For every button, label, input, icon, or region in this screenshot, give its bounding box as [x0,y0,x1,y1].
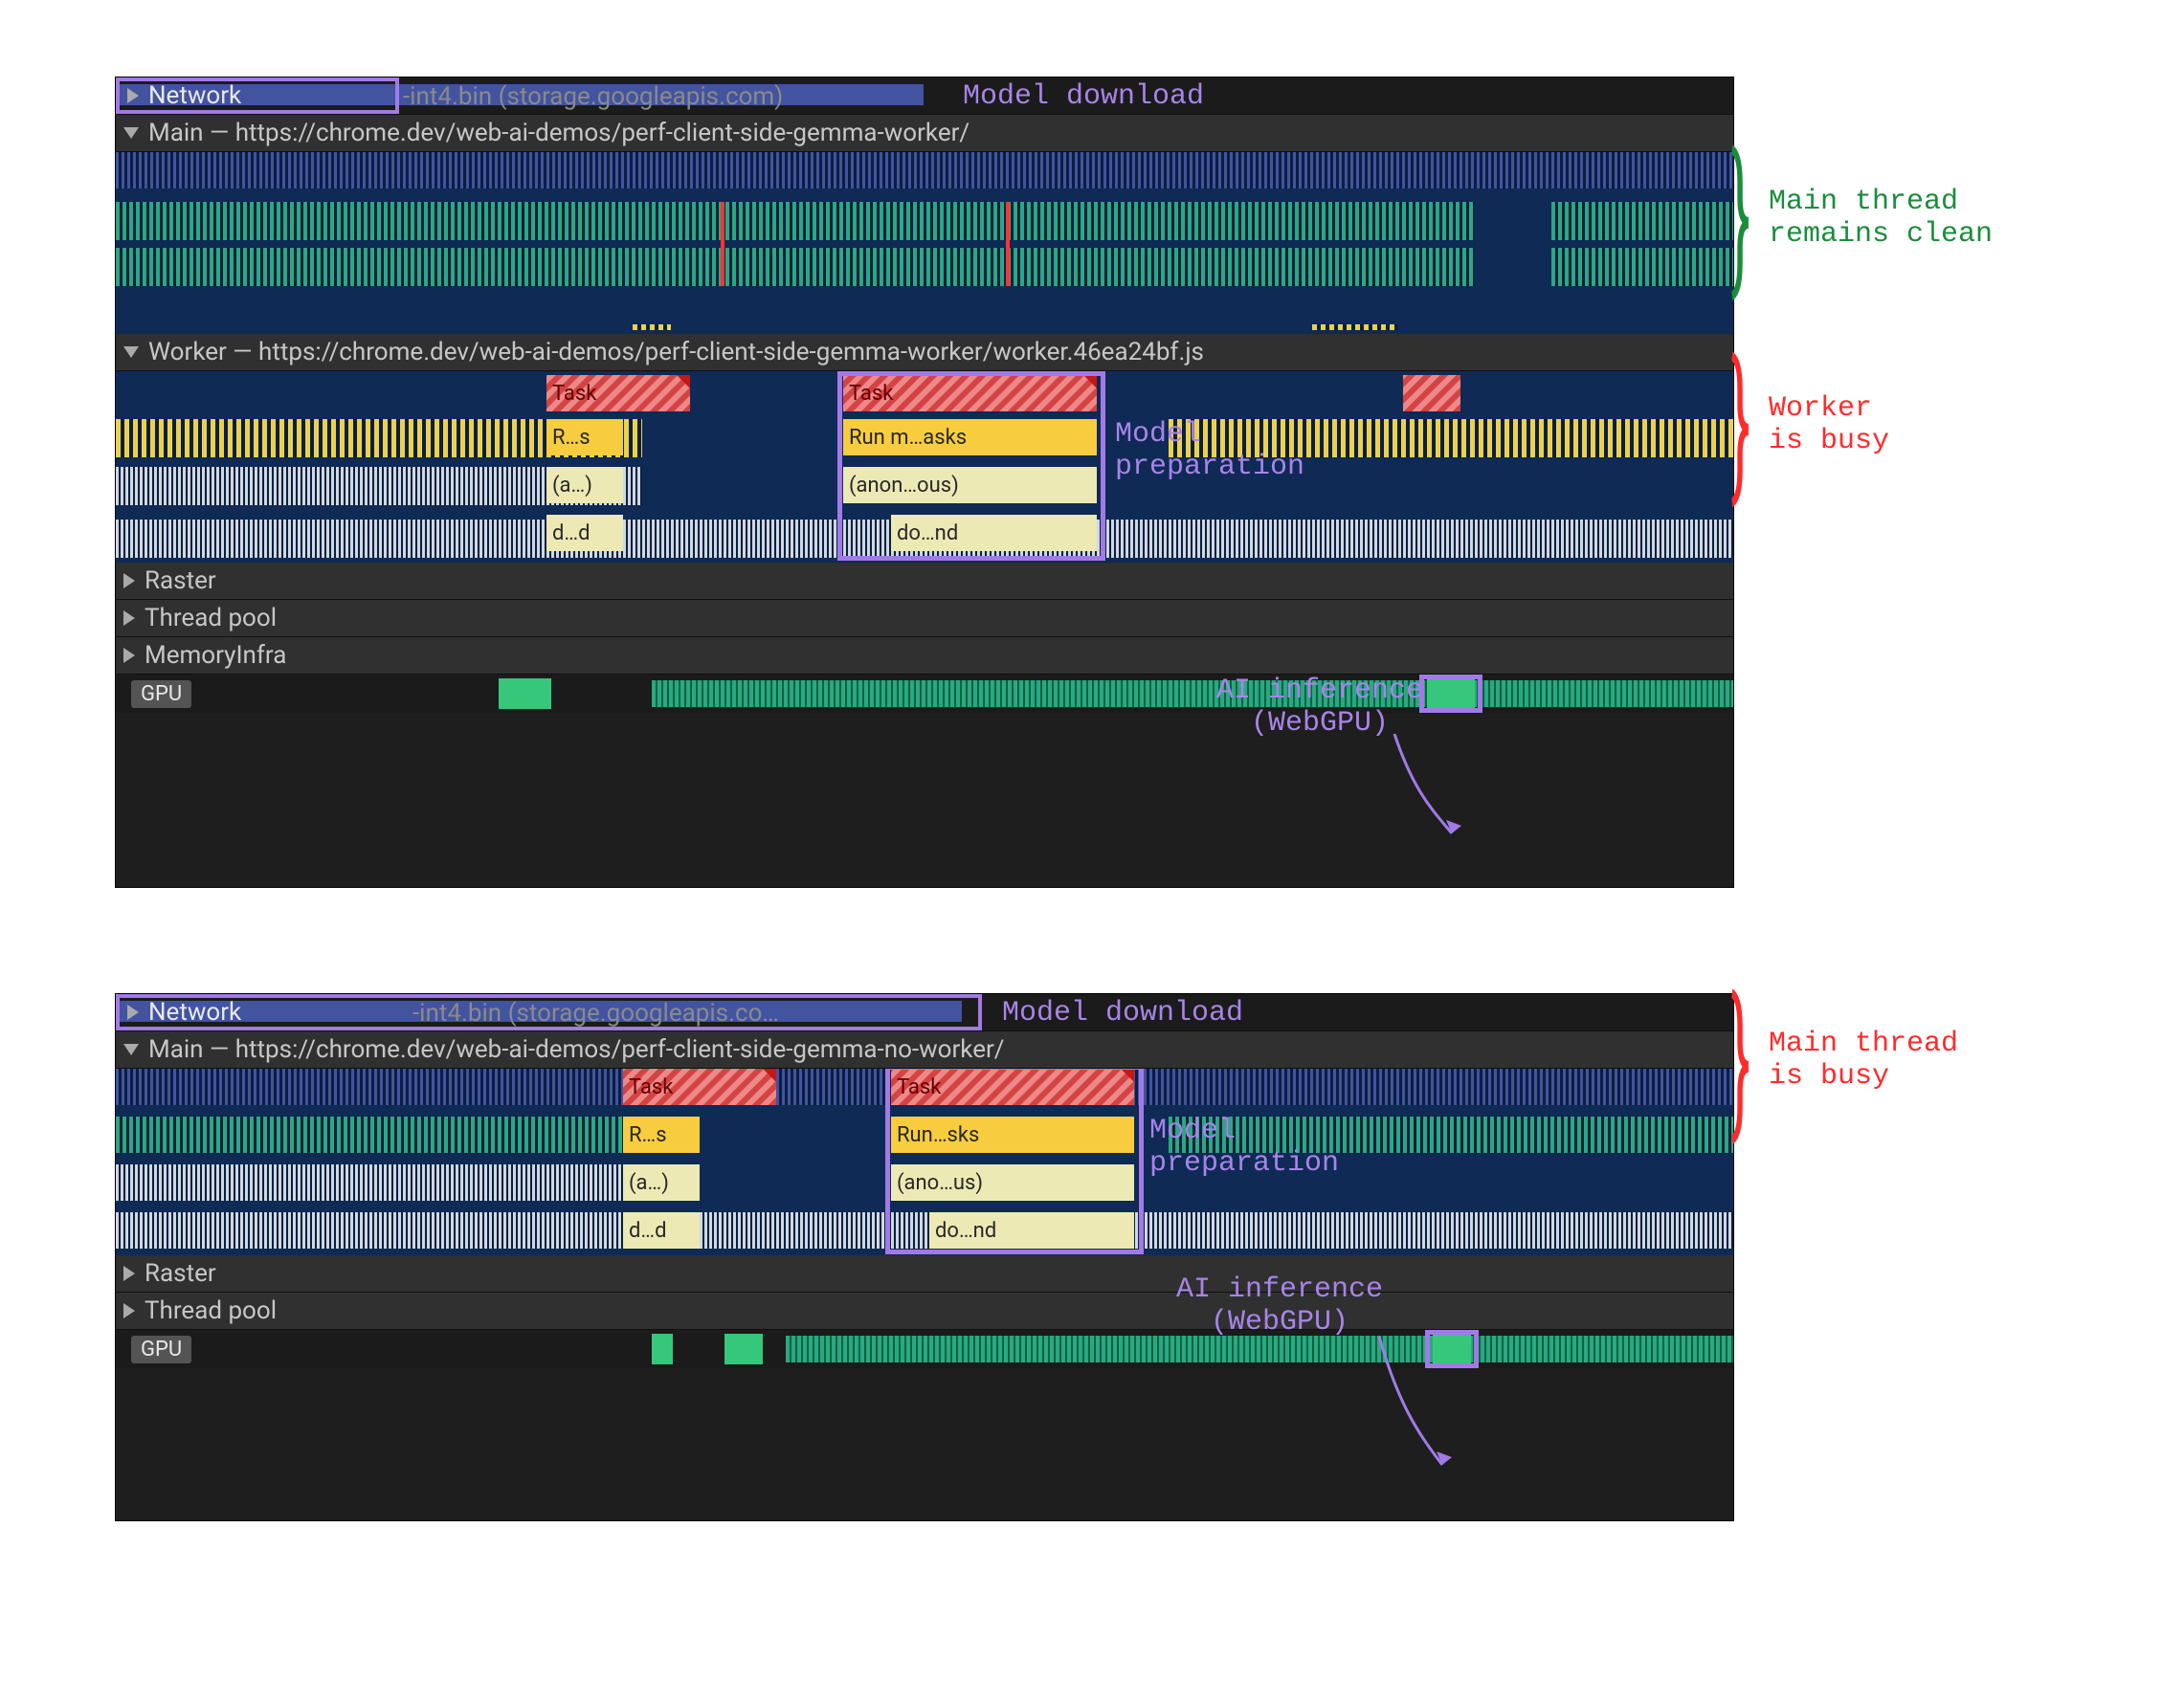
flame-frame[interactable]: R…s [623,1117,700,1153]
main-thread-label: Main — https://chrome.dev/web-ai-demos/p… [148,1035,1005,1064]
flame-frame[interactable]: R…s [546,419,623,455]
brace-icon: } [1731,964,1750,1156]
raster-track-header[interactable]: Raster [116,1255,1733,1293]
main-thread-header[interactable]: Main — https://chrome.dev/web-ai-demos/p… [116,115,1733,152]
flame-frame[interactable]: (a…) [623,1164,700,1201]
annotation-model-prep: Modelpreparation [1149,1115,1339,1180]
chevron-right-icon [127,88,139,103]
brace-icon: } [1731,121,1750,312]
chevron-right-icon [123,1303,135,1318]
gpu-track[interactable]: GPU [116,675,1733,713]
profiler-panel-with-worker: Network -int4.bin (storage.googleapis.co… [115,77,1734,888]
gpu-label: GPU [131,680,191,708]
network-track-header[interactable]: Network -int4.bin (storage.googleapis.co… [116,78,1733,115]
annotation-main-busy: Main threadis busy [1769,1028,1958,1093]
memory-infra-label: MemoryInfra [145,641,286,670]
brace-icon: } [1731,327,1750,519]
flame-frame[interactable]: (anon…ous) [843,467,1097,503]
annotation-main-clean: Main threadremains clean [1769,186,1993,251]
chevron-down-icon [123,1044,139,1055]
raster-track-header[interactable]: Raster [116,563,1733,600]
flame-frame[interactable]: Run m…asks [843,419,1097,455]
flame-frame[interactable]: do…nd [891,515,1097,551]
gpu-track[interactable]: GPU [116,1330,1733,1368]
profiler-panel-no-worker: Network -int4.bin (storage.googleapis.co… [115,993,1734,1521]
flame-frame[interactable]: d…d [546,515,623,551]
network-request-label: -int4.bin (storage.googleapis.com) [403,82,783,111]
main-thread-header[interactable]: Main — https://chrome.dev/web-ai-demos/p… [116,1031,1733,1069]
main-thread-flame[interactable] [116,152,1733,334]
network-track-header[interactable]: Network -int4.bin (storage.googleapis.co… [116,994,1733,1031]
raster-label: Raster [145,1259,216,1288]
network-label: Network [148,81,241,110]
worker-thread-flame[interactable]: Task Task R…s Run m…asks (a…) (anon…ous)… [116,371,1733,563]
thread-pool-header[interactable]: Thread pool [116,1293,1733,1330]
gpu-label: GPU [131,1336,191,1363]
annotation-ai-inference: AI inference(WebGPU) [1216,675,1423,740]
annotation-model-download: Model download [963,80,1204,113]
annotation-worker-busy: Workeris busy [1769,392,1889,457]
flame-frame[interactable]: do…nd [929,1212,1134,1249]
chevron-right-icon [127,1005,139,1020]
network-request-label: -int4.bin (storage.googleapis.co… [412,999,779,1028]
flame-frame[interactable]: (ano…us) [891,1164,1134,1201]
chevron-down-icon [123,346,139,358]
flame-task[interactable]: Task [843,375,1097,411]
chevron-right-icon [123,1266,135,1281]
thread-pool-label: Thread pool [145,604,277,632]
network-label: Network [148,998,241,1027]
annotation-ai-inference: AI inference(WebGPU) [1176,1273,1383,1339]
annotation-arrow [1375,734,1490,849]
worker-thread-header[interactable]: Worker — https://chrome.dev/web-ai-demos… [116,334,1733,371]
chevron-right-icon [123,573,135,588]
flame-task[interactable]: Task [623,1069,776,1105]
chevron-down-icon [123,127,139,139]
flame-task[interactable]: Task [546,375,690,411]
flame-frame[interactable]: (a…) [546,467,623,503]
flame-frame[interactable]: Run…sks [891,1117,1134,1153]
memory-infra-header[interactable]: MemoryInfra [116,637,1733,675]
raster-label: Raster [145,566,216,595]
worker-thread-label: Worker — https://chrome.dev/web-ai-demos… [148,338,1204,366]
annotation-model-download: Model download [1002,997,1243,1030]
main-thread-flame[interactable]: Task Task R…s Run…sks (a…) (ano…us) d…d … [116,1069,1733,1255]
thread-pool-label: Thread pool [145,1296,277,1325]
flame-frame[interactable]: d…d [623,1212,700,1249]
annotation-model-prep: Modelpreparation [1115,418,1304,483]
main-thread-label: Main — https://chrome.dev/web-ai-demos/p… [148,119,969,147]
thread-pool-header[interactable]: Thread pool [116,600,1733,637]
flame-task[interactable]: Task [891,1069,1134,1105]
flame-task-tiny[interactable] [1403,375,1460,411]
chevron-right-icon [123,648,135,663]
chevron-right-icon [123,610,135,626]
